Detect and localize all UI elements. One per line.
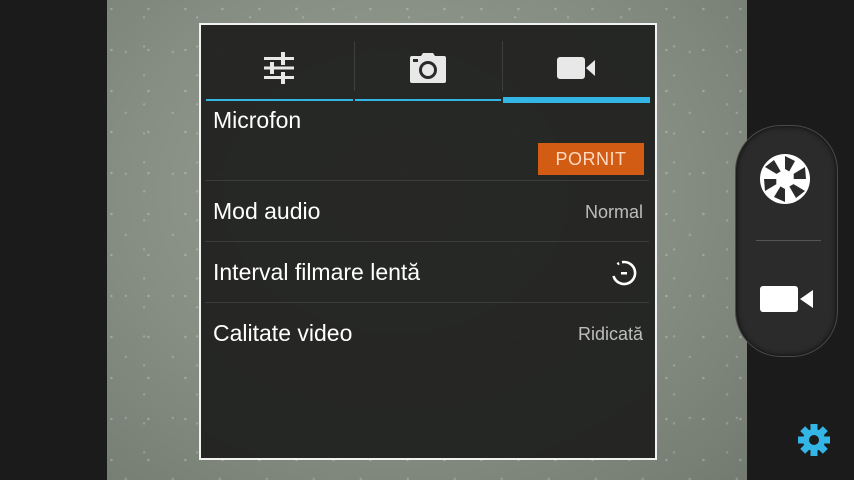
audio-mode-setting-row[interactable]: Mod audio Normal — [205, 181, 649, 242]
timer-icon — [612, 260, 637, 286]
video-settings-panel: Microfon PORNIT Mod audio Normal Interva… — [199, 23, 657, 460]
controls-divider — [756, 240, 821, 241]
time-lapse-setting-row[interactable]: Interval filmare lentă — [205, 242, 649, 303]
video-record-icon[interactable] — [760, 284, 814, 314]
microphone-setting-row: Microfon PORNIT — [205, 103, 649, 181]
video-quality-value: Ridicată — [577, 324, 643, 344]
tab-video-settings[interactable] — [502, 35, 651, 103]
video-quality-setting-row[interactable]: Calitate video Ridicată — [205, 303, 649, 363]
audio-mode-label: Mod audio — [213, 198, 321, 224]
sliders-icon — [264, 52, 295, 84]
settings-tabs — [205, 35, 651, 103]
video-quality-label: Calitate video — [213, 320, 353, 346]
audio-mode-value: Normal — [584, 202, 643, 222]
capture-controls — [735, 125, 838, 357]
tab-photo-settings[interactable] — [353, 35, 503, 101]
shutter-icon[interactable] — [759, 153, 811, 205]
video-camera-icon — [556, 57, 595, 79]
microphone-label: Microfon — [213, 107, 302, 133]
microphone-toggle[interactable]: PORNIT — [538, 143, 644, 175]
time-lapse-label: Interval filmare lentă — [213, 259, 421, 285]
camera-icon — [410, 53, 446, 83]
tab-general-settings[interactable] — [205, 35, 354, 101]
gear-icon[interactable] — [796, 422, 832, 458]
